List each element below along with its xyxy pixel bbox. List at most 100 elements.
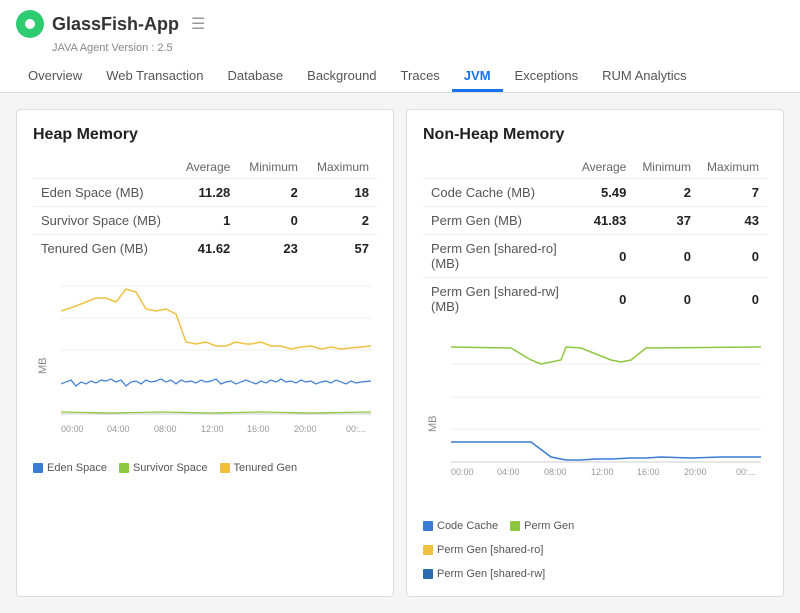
svg-text:16:00: 16:00 [247,424,270,434]
legend-codecache: Code Cache [423,520,498,532]
heap-chart: MB 0 20 40 60 [33,274,377,454]
heap-title: Heap Memory [33,126,377,144]
nonheap-legend: Code Cache Perm Gen Perm Gen [shared-ro]… [423,520,767,580]
heap-col-metric [33,156,175,179]
nonheap-memory-card: Non-Heap Memory Average Minimum Maximum … [406,109,784,597]
nonheap-chart-svg: 0 10 20 30 40 00:00 04:00 [451,332,767,480]
app-icon [16,10,44,38]
nonheap-row1-label: Perm Gen (MB) [423,207,574,235]
nonheap-chart: MB 0 10 20 30 40 [423,332,767,512]
main-content: Heap Memory Average Minimum Maximum Eden… [0,93,800,613]
nonheap-row0-label: Code Cache (MB) [423,179,574,207]
nav-jvm[interactable]: JVM [452,62,503,92]
legend-eden-dot [33,463,43,473]
nonheap-row0-avg: 5.49 [574,179,634,207]
legend-permgen-label: Perm Gen [524,520,574,532]
svg-text:04:00: 04:00 [107,424,130,434]
heap-row1-label: Survivor Space (MB) [33,207,175,235]
nonheap-row3-avg: 0 [574,278,634,321]
nonheap-row2-label: Perm Gen [shared-ro] (MB) [423,235,574,278]
nonheap-row2-min: 0 [634,235,699,278]
svg-text:16:00: 16:00 [637,467,660,477]
heap-y-label: MB [37,354,49,374]
svg-text:08:00: 08:00 [544,467,567,477]
nonheap-title: Non-Heap Memory [423,126,767,144]
nonheap-row3-label: Perm Gen [shared-rw] (MB) [423,278,574,321]
svg-text:20:00: 20:00 [294,424,317,434]
nonheap-y-label: MB [427,412,439,432]
legend-permgen-dot [510,521,520,531]
legend-permgen: Perm Gen [510,520,574,532]
heap-row1-max: 2 [306,207,377,235]
heap-row0-min: 2 [238,179,306,207]
svg-text:12:00: 12:00 [201,424,224,434]
heap-row2-label: Tenured Gen (MB) [33,235,175,263]
heap-row2-min: 23 [238,235,306,263]
heap-row0-label: Eden Space (MB) [33,179,175,207]
heap-col-avg: Average [175,156,238,179]
nav-rum-analytics[interactable]: RUM Analytics [590,62,699,92]
svg-text:20:00: 20:00 [684,467,707,477]
legend-permgen-rw-dot [423,569,433,579]
nav-web-transaction[interactable]: Web Transaction [94,62,215,92]
nav-database[interactable]: Database [216,62,296,92]
heap-row0-max: 18 [306,179,377,207]
app-name: GlassFish-App [52,14,179,35]
legend-tenured-label: Tenured Gen [234,462,298,474]
legend-tenured-dot [220,463,230,473]
table-row: Tenured Gen (MB) 41.62 23 57 [33,235,377,263]
table-row: Eden Space (MB) 11.28 2 18 [33,179,377,207]
nav-exceptions[interactable]: Exceptions [503,62,591,92]
heap-col-min: Minimum [238,156,306,179]
nonheap-row1-avg: 41.83 [574,207,634,235]
svg-text:00:...: 00:... [736,467,756,477]
app-header: GlassFish-App ☰ JAVA Agent Version : 2.5… [0,0,800,93]
nav-overview[interactable]: Overview [16,62,94,92]
heap-row2-avg: 41.62 [175,235,238,263]
nonheap-col-metric [423,156,574,179]
table-row: Perm Gen [shared-ro] (MB) 0 0 0 [423,235,767,278]
svg-text:04:00: 04:00 [497,467,520,477]
svg-text:00:...: 00:... [346,424,366,434]
legend-permgen-ro-dot [423,545,433,555]
nonheap-row3-min: 0 [634,278,699,321]
legend-codecache-dot [423,521,433,531]
nonheap-row2-avg: 0 [574,235,634,278]
nonheap-row0-max: 7 [699,179,767,207]
app-version: JAVA Agent Version : 2.5 [52,42,784,54]
table-row: Code Cache (MB) 5.49 2 7 [423,179,767,207]
table-row: Perm Gen (MB) 41.83 37 43 [423,207,767,235]
heap-row1-avg: 1 [175,207,238,235]
legend-survivor: Survivor Space [119,462,208,474]
legend-survivor-label: Survivor Space [133,462,208,474]
nonheap-row2-max: 0 [699,235,767,278]
legend-permgen-rw-label: Perm Gen [shared-rw] [437,568,545,580]
nav-traces[interactable]: Traces [389,62,452,92]
legend-eden: Eden Space [33,462,107,474]
nonheap-row3-max: 0 [699,278,767,321]
legend-codecache-label: Code Cache [437,520,498,532]
svg-text:00:00: 00:00 [61,424,84,434]
app-menu-icon[interactable]: ☰ [191,14,205,34]
nonheap-col-min: Minimum [634,156,699,179]
heap-legend: Eden Space Survivor Space Tenured Gen [33,462,377,474]
heap-row0-avg: 11.28 [175,179,238,207]
legend-permgen-ro: Perm Gen [shared-ro] [423,544,767,556]
main-nav: Overview Web Transaction Database Backgr… [16,62,784,92]
heap-memory-card: Heap Memory Average Minimum Maximum Eden… [16,109,394,597]
nonheap-row1-max: 43 [699,207,767,235]
table-row: Perm Gen [shared-rw] (MB) 0 0 0 [423,278,767,321]
nav-background[interactable]: Background [295,62,388,92]
heap-table: Average Minimum Maximum Eden Space (MB) … [33,156,377,262]
table-row: Survivor Space (MB) 1 0 2 [33,207,377,235]
heap-row2-max: 57 [306,235,377,263]
heap-row1-min: 0 [238,207,306,235]
nonheap-table: Average Minimum Maximum Code Cache (MB) … [423,156,767,320]
svg-text:00:00: 00:00 [451,467,474,477]
nonheap-col-avg: Average [574,156,634,179]
nonheap-row0-min: 2 [634,179,699,207]
nonheap-row1-min: 37 [634,207,699,235]
legend-permgen-rw: Perm Gen [shared-rw] [423,568,545,580]
nonheap-col-max: Maximum [699,156,767,179]
svg-text:08:00: 08:00 [154,424,177,434]
